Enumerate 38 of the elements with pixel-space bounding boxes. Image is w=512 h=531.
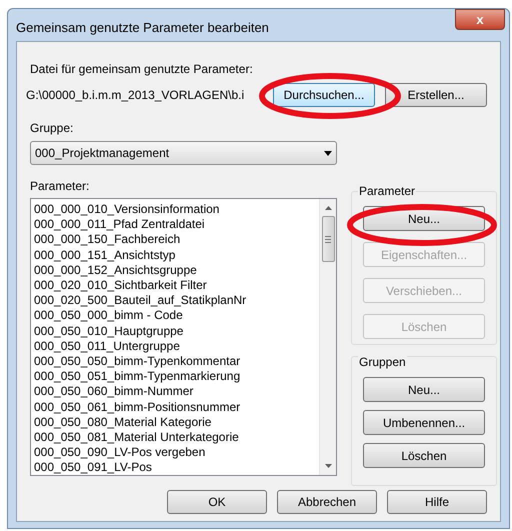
browse-button[interactable]: Durchsuchen... [273, 83, 375, 107]
list-item[interactable]: 000_000_151_Ansichtstyp [34, 248, 319, 263]
scroll-thumb[interactable] [322, 216, 334, 262]
list-item[interactable]: 000_000_010_Versionsinformation [34, 202, 319, 218]
list-item[interactable]: 000_050_080_Material Kategorie [34, 414, 319, 430]
list-item[interactable]: 000_050_081_Material Unterkategorie [34, 430, 319, 446]
list-item[interactable]: 000_050_090_LV-Pos vergeben [34, 445, 319, 460]
list-item[interactable]: 000_020_010_Sichtbarkeit Filter [34, 278, 319, 294]
list-item[interactable]: 000_050_061_bimm-Positionsnummer [34, 400, 319, 415]
list-item[interactable]: 000_050_010_Hauptgruppe [34, 324, 319, 339]
scroll-up-icon[interactable] [324, 206, 332, 210]
list-item[interactable]: 000_000_152_Ansichtsgruppe [34, 262, 319, 278]
list-item[interactable]: 000_050_011_Untergruppe [34, 338, 319, 354]
list-item[interactable]: 000_050_091_LV-Pos [34, 460, 319, 476]
field-label: Datei für gemeinsam genutzte Parameter: [30, 62, 254, 77]
scroll-down-icon[interactable] [324, 464, 332, 468]
create-button[interactable]: Erstellen... [385, 83, 487, 107]
dropdown-value: 000_Projektmanagement [35, 145, 170, 162]
dialog-button[interactable]: Abbrechen [277, 490, 377, 514]
dropdown-arrow-icon [324, 150, 332, 156]
list-item[interactable]: 000_050_060_bimm-Nummer [34, 384, 319, 400]
dialog-button[interactable]: Löschen [363, 443, 485, 468]
dialog-button[interactable]: Umbenennen... [363, 410, 485, 435]
list-item[interactable]: 000_020_500_Bauteil_auf_StatikplanNr [34, 293, 319, 308]
list-item[interactable]: 000_050_000_bimm - Code [34, 308, 319, 324]
list-item[interactable]: 000_000_011_Pfad Zentraldatei [34, 217, 319, 232]
list-item[interactable]: 000_050_050_bimm-Typenkommentar [34, 354, 319, 370]
group-box-label: Gruppen [358, 355, 407, 370]
dialog-button[interactable]: OK [167, 490, 267, 514]
field-label: Gruppe: [30, 121, 74, 136]
group-dropdown[interactable]: 000_Projektmanagement [30, 141, 337, 165]
window-title: Gemeinsam genutzte Parameter bearbeiten [16, 19, 269, 37]
list-label: Parameter: [30, 179, 90, 194]
dialog-button[interactable]: Hilfe [387, 490, 487, 514]
list-item[interactable]: 000_000_150_Fachbereich [34, 232, 319, 248]
list-item[interactable]: 000_050_051_bimm-Typenmarkierung [34, 369, 319, 384]
scrollbar[interactable] [319, 199, 336, 475]
dialog-button[interactable]: Neu... [363, 377, 485, 402]
